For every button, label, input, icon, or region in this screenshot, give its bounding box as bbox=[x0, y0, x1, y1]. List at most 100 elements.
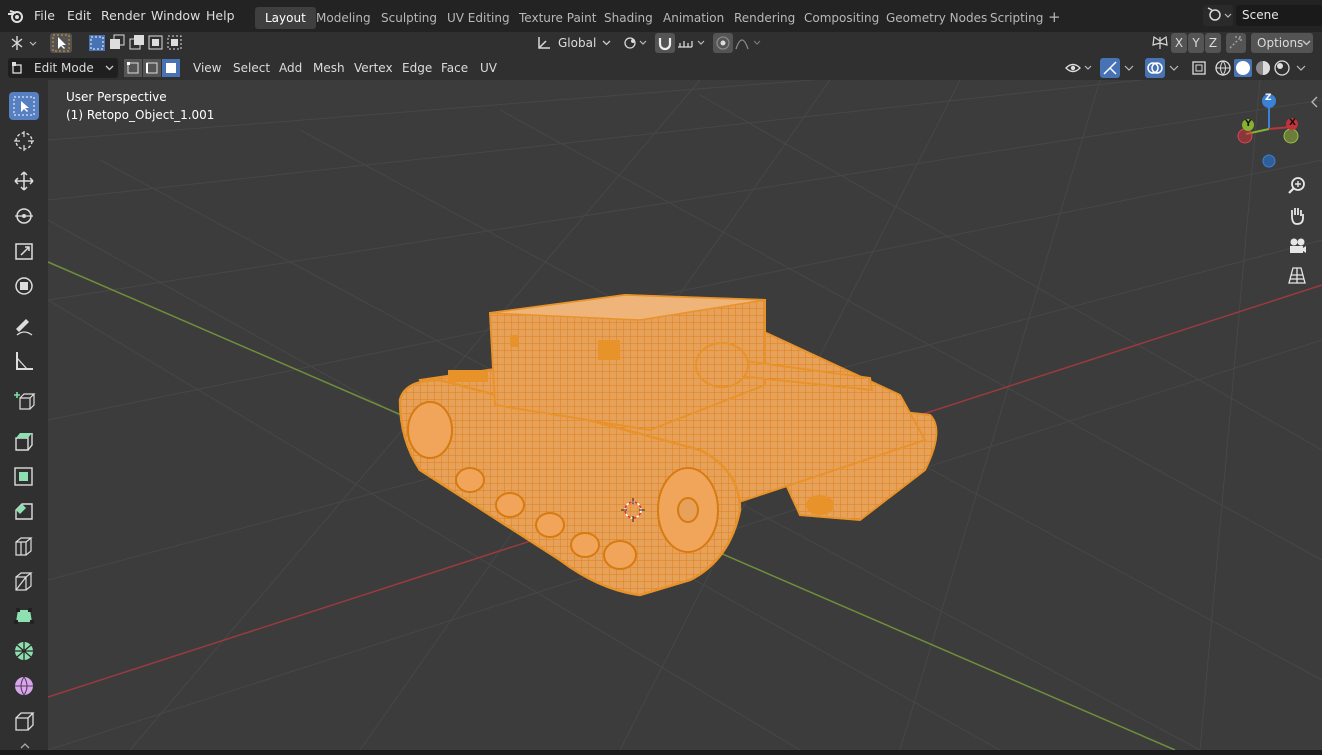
tab-animation[interactable]: Animation bbox=[653, 7, 734, 29]
select-subtract-icon[interactable] bbox=[129, 35, 144, 50]
menu-file[interactable]: File bbox=[34, 8, 55, 23]
camera-view-button[interactable] bbox=[1284, 233, 1310, 259]
shading-mode-group bbox=[1213, 58, 1313, 78]
menu-render[interactable]: Render bbox=[101, 8, 146, 23]
tank-mesh[interactable] bbox=[398, 293, 938, 597]
tool-select-box[interactable] bbox=[9, 92, 39, 120]
tab-sculpting[interactable]: Sculpting bbox=[371, 7, 447, 29]
merge-icon bbox=[1229, 36, 1242, 49]
auto-merge-toggle[interactable] bbox=[1226, 33, 1246, 53]
smooth-sphere-icon bbox=[15, 676, 33, 696]
transform-pivot-button[interactable] bbox=[8, 33, 40, 53]
mirror-x-toggle[interactable]: X bbox=[1171, 33, 1187, 53]
mirror-y-toggle[interactable]: Y bbox=[1188, 33, 1204, 53]
visibility-dropdown[interactable] bbox=[1064, 58, 1096, 78]
select-extend-icon[interactable] bbox=[110, 34, 125, 49]
proportional-edit-toggle[interactable] bbox=[713, 33, 733, 53]
scene-name-field[interactable]: Scene bbox=[1236, 5, 1322, 26]
tool-loop-cut[interactable] bbox=[9, 532, 39, 560]
transform-orientation-dropdown[interactable]: Global bbox=[534, 33, 614, 53]
blender-logo-icon[interactable] bbox=[7, 8, 25, 24]
tool-poly-build[interactable] bbox=[9, 602, 39, 630]
chevron-down-icon bbox=[105, 65, 114, 71]
vertex-select-icon[interactable] bbox=[124, 59, 142, 77]
menu-add[interactable]: Add bbox=[279, 58, 302, 78]
menu-face[interactable]: Face bbox=[441, 58, 468, 78]
tab-modeling[interactable]: Modeling bbox=[306, 7, 381, 29]
tool-measure[interactable] bbox=[9, 347, 39, 375]
mirror-z-toggle[interactable]: Z bbox=[1205, 33, 1221, 53]
falloff-dropdown[interactable] bbox=[734, 33, 764, 53]
pivot-point-dropdown[interactable] bbox=[620, 33, 650, 53]
tool-transform[interactable] bbox=[9, 272, 39, 300]
tool-extrude[interactable] bbox=[9, 427, 39, 455]
tool-knife[interactable] bbox=[9, 567, 39, 595]
menu-view[interactable]: View bbox=[193, 58, 221, 78]
shear-cube-icon bbox=[15, 712, 35, 731]
scene-selector-button[interactable] bbox=[1203, 5, 1233, 26]
add-workspace-button[interactable]: + bbox=[1048, 8, 1061, 26]
material-shading-icon[interactable] bbox=[1256, 61, 1270, 75]
menu-window[interactable]: Window bbox=[151, 8, 200, 23]
snap-target-dropdown[interactable] bbox=[676, 33, 708, 53]
tool-move[interactable] bbox=[9, 167, 39, 195]
menu-edit[interactable]: Edit bbox=[67, 8, 91, 23]
select-new-icon[interactable] bbox=[89, 35, 105, 51]
tool-add-cube[interactable] bbox=[9, 387, 39, 415]
tool-inset[interactable] bbox=[9, 462, 39, 490]
toolbar-more-icon[interactable] bbox=[20, 742, 30, 750]
tab-uv-editing[interactable]: UV Editing bbox=[437, 7, 520, 29]
status-bar bbox=[0, 750, 1322, 755]
transform-icon bbox=[15, 277, 33, 295]
chevron-down-icon[interactable] bbox=[1296, 65, 1306, 71]
tab-texture-paint[interactable]: Texture Paint bbox=[509, 7, 606, 29]
edge-select-icon[interactable] bbox=[143, 59, 161, 77]
mirror-options-button[interactable] bbox=[1150, 33, 1170, 53]
menu-help[interactable]: Help bbox=[206, 8, 235, 23]
tab-compositing[interactable]: Compositing bbox=[794, 7, 889, 29]
solid-shading-icon[interactable] bbox=[1234, 59, 1252, 77]
falloff-curve-icon bbox=[735, 39, 761, 50]
show-gizmo-toggle[interactable] bbox=[1100, 58, 1120, 78]
select-tool-button[interactable] bbox=[50, 33, 72, 53]
sidebar-toggle-icon[interactable] bbox=[1309, 95, 1319, 109]
perspective-toggle-button[interactable] bbox=[1284, 263, 1310, 289]
poly-build-icon bbox=[14, 608, 34, 624]
viewport-canvas[interactable] bbox=[48, 80, 1322, 750]
move-arrows-icon bbox=[14, 171, 34, 191]
tool-cursor[interactable] bbox=[9, 127, 39, 155]
tool-rotate[interactable] bbox=[9, 202, 39, 230]
zoom-button[interactable] bbox=[1284, 173, 1310, 199]
menu-edge[interactable]: Edge bbox=[402, 58, 432, 78]
overlays-dropdown[interactable] bbox=[1166, 58, 1182, 78]
xray-toggle[interactable] bbox=[1189, 58, 1209, 78]
show-overlays-toggle[interactable] bbox=[1145, 58, 1165, 78]
face-select-icon[interactable] bbox=[162, 59, 180, 77]
wireframe-shading-icon[interactable] bbox=[1215, 60, 1231, 76]
menu-vertex[interactable]: Vertex bbox=[354, 58, 393, 78]
snap-toggle[interactable] bbox=[655, 33, 675, 53]
menu-select[interactable]: Select bbox=[233, 58, 270, 78]
tool-spin[interactable] bbox=[9, 637, 39, 665]
edit-mode-icon bbox=[12, 62, 22, 74]
tool-scale[interactable] bbox=[9, 237, 39, 265]
tool-smooth[interactable] bbox=[9, 672, 39, 700]
rendered-shading-icon[interactable] bbox=[1274, 60, 1290, 76]
tool-annotate[interactable] bbox=[9, 312, 39, 340]
gizmo-dropdown[interactable] bbox=[1121, 58, 1137, 78]
select-invert-icon[interactable] bbox=[148, 35, 163, 50]
tool-shear[interactable] bbox=[9, 707, 39, 735]
pivot-icon bbox=[11, 36, 37, 50]
menu-uv[interactable]: UV bbox=[480, 58, 497, 78]
spin-icon bbox=[15, 642, 33, 660]
pan-button[interactable] bbox=[1284, 203, 1310, 229]
navigation-gizmo[interactable]: Z Y X bbox=[1230, 90, 1310, 170]
options-dropdown[interactable]: Options bbox=[1251, 33, 1313, 53]
mode-dropdown[interactable]: Edit Mode bbox=[8, 58, 118, 78]
tab-scripting[interactable]: Scripting bbox=[980, 7, 1053, 29]
object-name-label: (1) Retopo_Object_1.001 bbox=[66, 108, 215, 122]
select-intersect-icon[interactable] bbox=[167, 35, 182, 50]
3d-viewport[interactable] bbox=[48, 80, 1322, 750]
menu-mesh[interactable]: Mesh bbox=[313, 58, 345, 78]
tool-bevel[interactable] bbox=[9, 497, 39, 525]
